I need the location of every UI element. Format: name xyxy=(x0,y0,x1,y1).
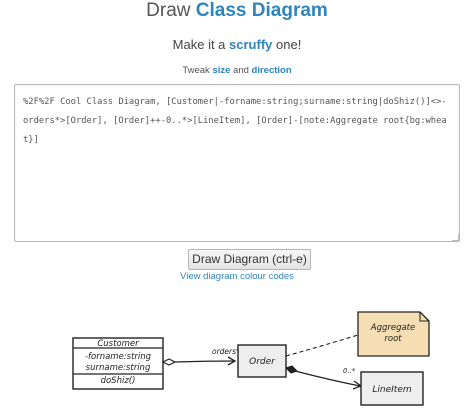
scruffy-link[interactable]: scruffy xyxy=(229,37,272,52)
customer-method-doshiz: doShiz() xyxy=(101,376,136,386)
note-line-root: root xyxy=(384,334,402,344)
subtitle-suffix: one! xyxy=(272,37,302,52)
order-lineitem-composition: 0..* xyxy=(285,365,363,390)
aggregate-root-note: Aggregate root xyxy=(357,311,430,357)
page-title-highlight: Class Diagram xyxy=(195,0,328,21)
customer-class: Customer -forname:string surname:string … xyxy=(72,337,164,390)
customer-attr-forname: -forname:string xyxy=(85,352,152,362)
page-title: Draw Class Diagram xyxy=(0,0,474,22)
note-dashed-link xyxy=(285,334,359,357)
tweak-middle: and xyxy=(230,65,252,76)
page-title-prefix: Draw xyxy=(146,0,196,21)
order-class-name: Order xyxy=(249,357,276,367)
direction-link[interactable]: direction xyxy=(252,65,292,76)
orders-label: orders* xyxy=(212,347,240,356)
draw-diagram-button[interactable]: Draw Diagram (ctrl-e) xyxy=(188,249,311,270)
note-line-aggregate: Aggregate xyxy=(370,323,416,333)
lineitem-class-name: LineItem xyxy=(372,385,411,395)
class-diagram: Customer -forname:string surname:string … xyxy=(72,311,430,406)
customer-order-association: orders* xyxy=(161,347,240,366)
view-colour-codes-link[interactable]: View diagram colour codes xyxy=(0,271,474,282)
aggregation-diamond xyxy=(161,358,177,366)
textarea-resize-grip[interactable] xyxy=(452,234,459,241)
order-class: Order xyxy=(237,344,287,378)
size-link[interactable]: size xyxy=(212,65,230,76)
composition-diamond xyxy=(285,365,298,374)
diagram-source-textarea[interactable] xyxy=(14,84,460,242)
lineitem-class: LineItem xyxy=(360,371,424,406)
customer-attr-surname: surname:string xyxy=(86,363,151,373)
customer-class-name: Customer xyxy=(97,339,139,349)
tweak-prefix: Tweak xyxy=(182,65,213,76)
scruffy-subtitle: Make it a scruffy one! xyxy=(0,37,474,52)
subtitle-prefix: Make it a xyxy=(172,37,230,52)
lineitem-multiplicity-label: 0..* xyxy=(343,367,356,375)
tweak-line: Tweak size and direction xyxy=(0,65,474,76)
